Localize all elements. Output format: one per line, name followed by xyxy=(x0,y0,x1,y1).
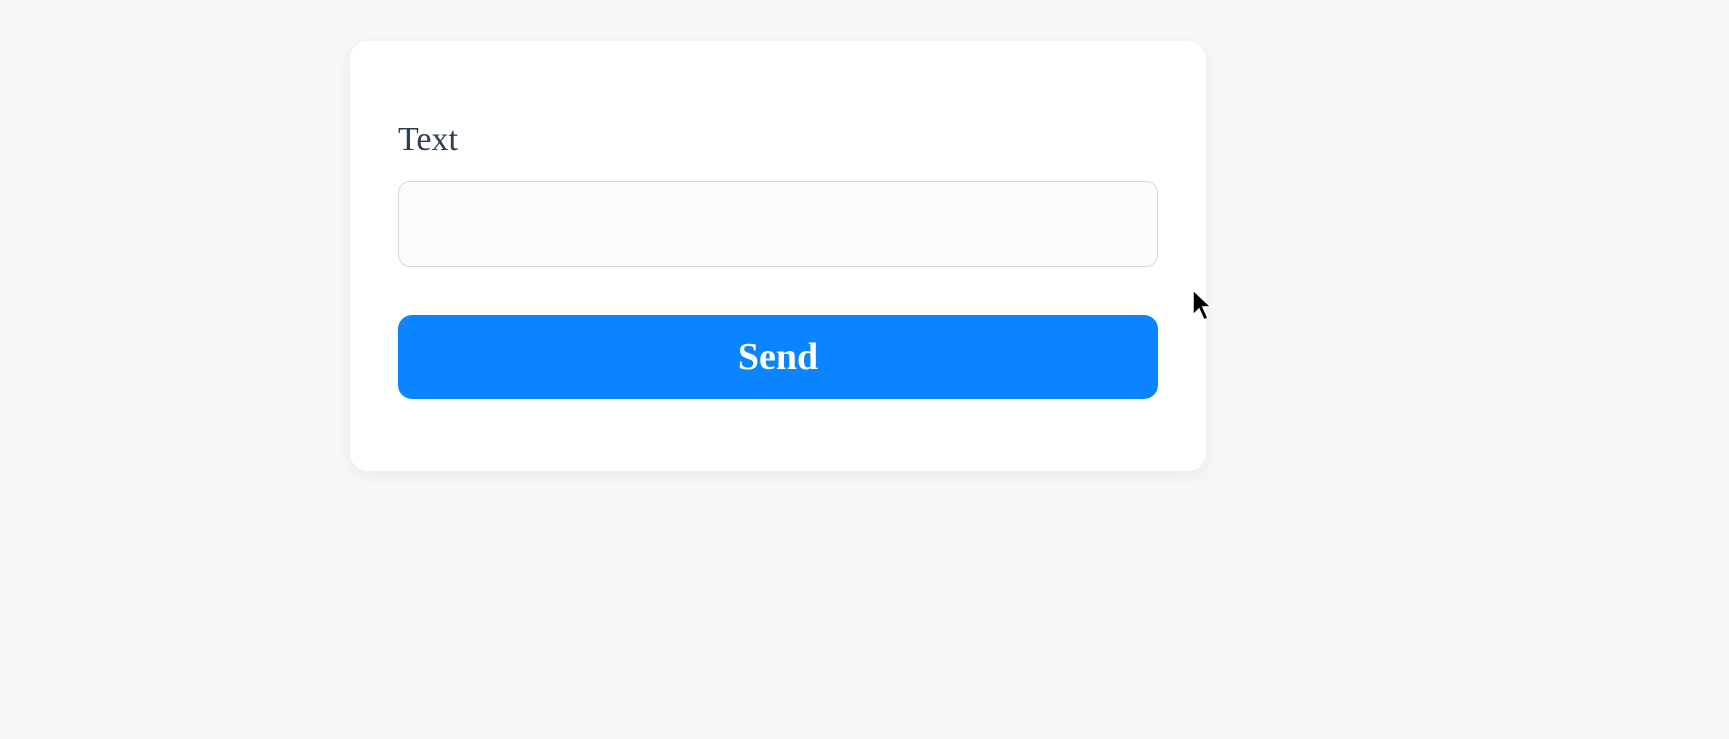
form-card: Text Send xyxy=(350,41,1206,471)
text-input[interactable] xyxy=(398,181,1158,267)
text-field-label: Text xyxy=(398,121,1158,159)
send-button[interactable]: Send xyxy=(398,315,1158,399)
